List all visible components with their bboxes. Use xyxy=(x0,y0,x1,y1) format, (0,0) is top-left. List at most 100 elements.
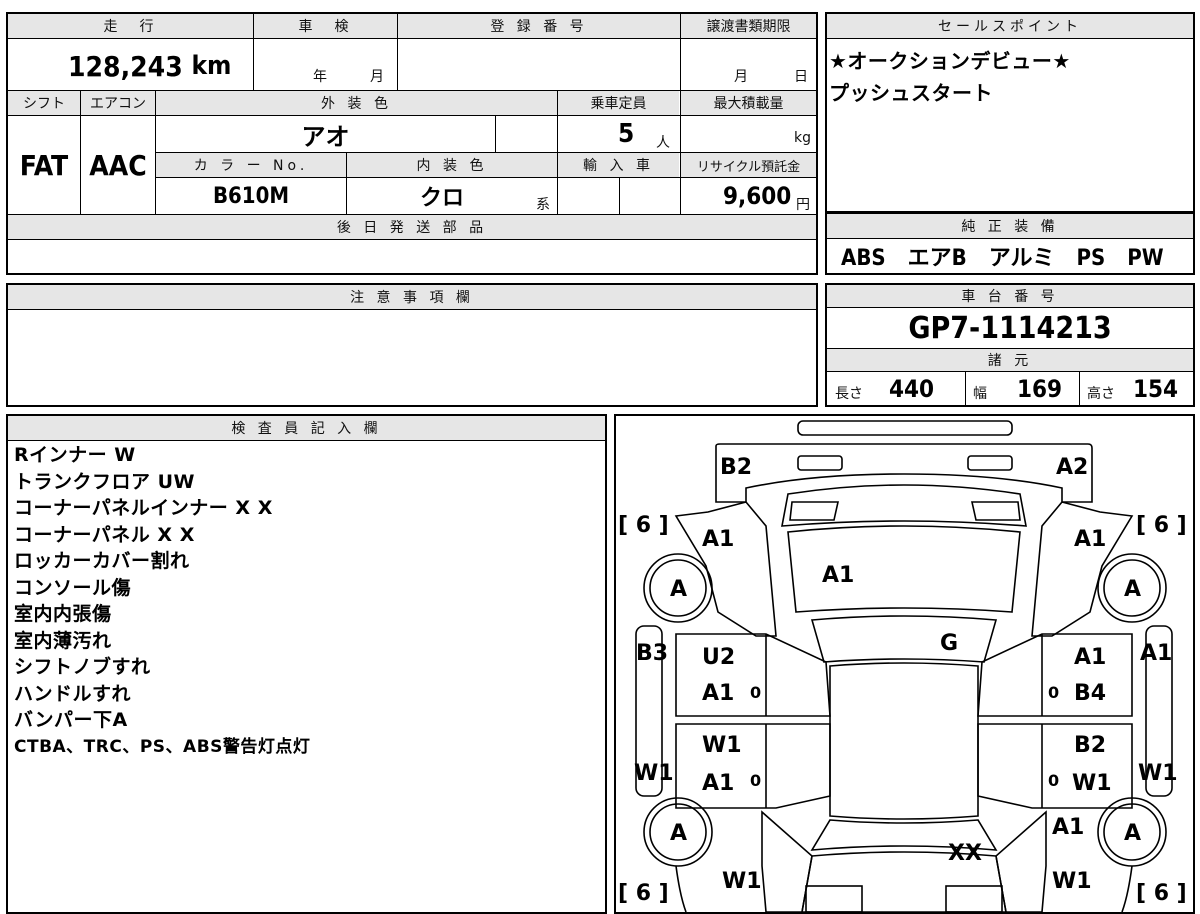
interior-color-header: 内 装 色 xyxy=(347,153,557,177)
capacity-value: 5 xyxy=(618,119,635,149)
registration-header: 登 録 番 号 xyxy=(398,14,680,38)
inspector-note: 室内薄汚れ xyxy=(14,629,112,652)
damage-mark: A1 xyxy=(1052,815,1084,840)
inspector-note: トランクフロア UW xyxy=(14,470,196,493)
transfer-deadline-header: 譲渡書類期限 xyxy=(681,14,816,38)
mileage-header: 走 行 xyxy=(8,14,253,38)
damage-mark: A xyxy=(1124,577,1141,602)
inspector-note: Rインナー W xyxy=(14,444,136,466)
damage-mark: W1 xyxy=(1052,869,1092,894)
tire-grade: [ 6 ] xyxy=(1136,513,1187,538)
damage-mark: A1 xyxy=(1074,527,1106,552)
damage-mark: A xyxy=(670,577,687,602)
damage-mark: 0 xyxy=(1048,683,1059,702)
tire-grade: [ 6 ] xyxy=(618,881,669,906)
damage-mark: B2 xyxy=(1074,733,1106,758)
inspection-month-unit: 月 xyxy=(370,69,384,85)
caution-header: 注 意 事 項 欄 xyxy=(8,285,816,309)
damage-mark: XX xyxy=(948,841,982,866)
equipment-header: 純 正 装 備 xyxy=(827,214,1193,238)
later-parts-header: 後 日 発 送 部 品 xyxy=(8,215,816,239)
inspector-note: ハンドルすれ xyxy=(14,682,132,705)
capacity-unit: 人 xyxy=(656,135,670,151)
caution-box: 注 意 事 項 欄 xyxy=(6,283,818,407)
length-value: 440 xyxy=(889,375,935,403)
damage-mark: A2 xyxy=(1056,455,1088,480)
sales-point-line: ★オークションデビュー★ xyxy=(829,49,1071,73)
damage-mark: A1 xyxy=(822,563,854,588)
inspector-note: シフトノブすれ xyxy=(14,656,151,678)
damage-mark: 0 xyxy=(1048,771,1059,790)
damage-mark: 0 xyxy=(750,771,761,790)
sales-point-header: セールスポイント xyxy=(827,14,1193,38)
tire-grade: [ 6 ] xyxy=(618,513,669,538)
shift-header: シフト xyxy=(8,91,80,115)
chassis-number: GP7-1114213 xyxy=(908,310,1112,346)
specs-header: 諸 元 xyxy=(827,349,1193,371)
recycle-fee-value: 9,600 xyxy=(723,182,792,210)
damage-mark: A xyxy=(1124,821,1141,846)
interior-color-value: クロ xyxy=(419,186,464,211)
car-diagram-box: [ 6 ] [ 6 ] [ 6 ] [ 6 ] B2 A2 A1 A1 A1 A… xyxy=(614,414,1195,914)
chassis-specs-box: 車 台 番 号 GP7-1114213 諸 元 長さ 440 幅 169 高さ … xyxy=(825,283,1195,407)
interior-color-suffix: 系 xyxy=(536,197,550,213)
mileage-value: 128,243 km xyxy=(68,49,232,83)
width-label: 幅 xyxy=(973,386,987,402)
car-condition-diagram: [ 6 ] [ 6 ] [ 6 ] [ 6 ] B2 A2 A1 A1 A1 A… xyxy=(618,420,1187,912)
inspector-header: 検 査 員 記 入 欄 xyxy=(8,416,605,440)
sales-point-line: プッシュスタート xyxy=(829,81,993,105)
inspector-note: コーナーパネル X X xyxy=(14,523,195,546)
inspector-note: CTBA、TRC、PS、ABS警告灯点灯 xyxy=(14,736,311,757)
damage-mark: W1 xyxy=(1072,771,1112,796)
damage-mark: B3 xyxy=(636,641,668,666)
damage-mark: B4 xyxy=(1074,681,1106,706)
damage-mark: G xyxy=(940,631,958,656)
inspector-notes-list: Rインナー W トランクフロア UW コーナーパネルインナー X X コーナーパ… xyxy=(14,442,310,760)
width-value: 169 xyxy=(1017,375,1063,403)
damage-mark: 0 xyxy=(750,683,761,702)
inspection-year-unit: 年 xyxy=(313,69,327,85)
shift-value: FAT xyxy=(19,148,69,182)
inspector-note: コーナーパネルインナー X X xyxy=(14,497,273,519)
tire-grade: [ 6 ] xyxy=(1136,881,1187,906)
color-no-header: カ ラ ー No. xyxy=(156,153,346,177)
recycle-header: リサイクル預託金 xyxy=(681,153,816,177)
damage-mark: A xyxy=(670,821,687,846)
exterior-color-value: アオ xyxy=(301,122,350,151)
max-load-unit: kg xyxy=(794,130,811,146)
inspector-notes-box: 検 査 員 記 入 欄 Rインナー W トランクフロア UW コーナーパネルイン… xyxy=(6,414,607,914)
recycle-fee-unit: 円 xyxy=(796,197,810,213)
height-value: 154 xyxy=(1133,375,1179,403)
damage-mark: B2 xyxy=(720,455,752,480)
damage-mark: W1 xyxy=(702,733,742,758)
damage-mark: W1 xyxy=(722,869,762,894)
length-label: 長さ xyxy=(835,386,863,402)
capacity-header: 乗車定員 xyxy=(558,91,679,115)
import-header: 輸 入 車 xyxy=(558,153,679,177)
damage-mark: A1 xyxy=(702,681,734,706)
equipment-value: ABS エアB アルミ PS PW xyxy=(841,246,1164,271)
damage-mark: A1 xyxy=(702,527,734,552)
exterior-color-header: 外 装 色 xyxy=(156,91,557,115)
damage-mark: A1 xyxy=(702,771,734,796)
transfer-month-unit: 月 xyxy=(734,69,748,85)
damage-mark: A1 xyxy=(1140,641,1172,666)
ac-header: エアコン xyxy=(81,91,155,115)
transfer-day-unit: 日 xyxy=(794,69,808,85)
ac-value: AAC xyxy=(89,148,147,182)
inspector-note: バンパー下A xyxy=(14,709,128,731)
vehicle-info-box: 走 行 車 検 登 録 番 号 譲渡書類期限 128,243 km 年 月 月 … xyxy=(6,12,818,275)
chassis-header: 車 台 番 号 xyxy=(827,285,1193,307)
sales-point-box: セールスポイント ★オークションデビュー★ プッシュスタート xyxy=(825,12,1195,213)
inspector-note: 室内内張傷 xyxy=(14,603,112,625)
damage-mark: A1 xyxy=(1074,645,1106,670)
height-label: 高さ xyxy=(1087,386,1115,402)
color-no-value: B610M xyxy=(212,183,290,209)
equipment-box: 純 正 装 備 ABS エアB アルミ PS PW xyxy=(825,212,1195,275)
damage-mark: U2 xyxy=(702,645,735,670)
max-load-header: 最大積載量 xyxy=(681,91,816,115)
damage-mark: W1 xyxy=(1138,761,1178,786)
inspection-header: 車 検 xyxy=(254,14,397,38)
damage-mark: W1 xyxy=(634,761,674,786)
inspector-note: コンソール傷 xyxy=(14,576,132,599)
